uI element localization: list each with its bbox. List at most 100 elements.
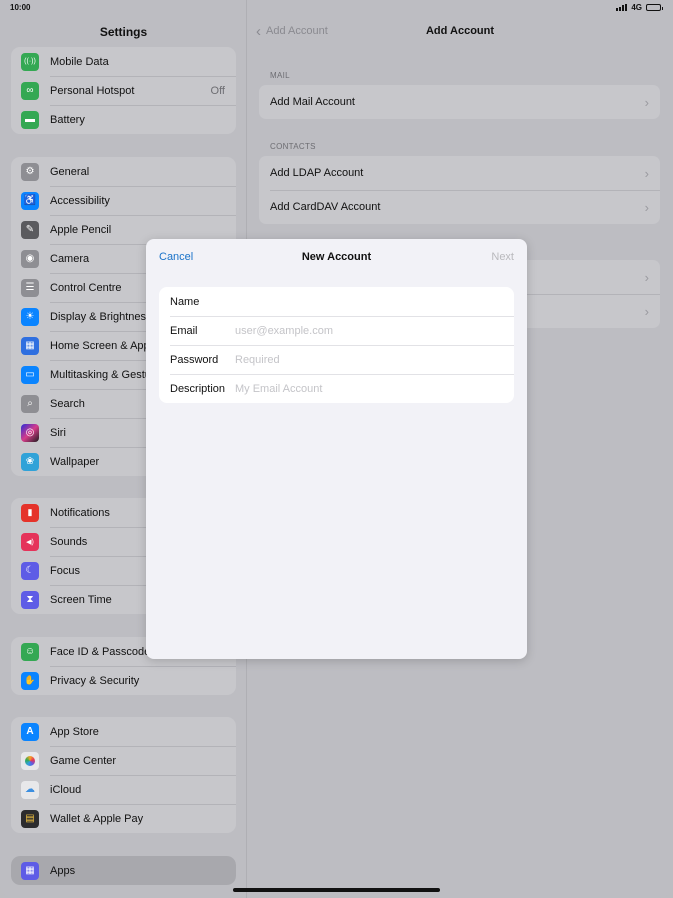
- pencil-icon: ✎: [21, 220, 39, 239]
- row-label: Add CardDAV Account: [270, 201, 381, 213]
- name-field[interactable]: [235, 295, 505, 308]
- cloud-icon: ☁: [21, 780, 39, 799]
- sidebar-item-label: Accessibility: [50, 194, 110, 207]
- sidebar-title: Settings: [99, 25, 148, 39]
- password-field[interactable]: [235, 353, 505, 366]
- apps-grid-icon: ▦: [21, 861, 39, 880]
- sidebar-item-label: Siri: [50, 426, 66, 439]
- home-screen-icon: ▦: [21, 336, 39, 355]
- sidebar-item-label: Control Centre: [50, 281, 122, 294]
- sidebar-item-apps[interactable]: ▦ Apps: [11, 856, 236, 885]
- section-header-contacts: CONTACTS: [270, 142, 316, 151]
- email-field[interactable]: [235, 324, 505, 337]
- sidebar-item-accessibility[interactable]: ♿ Accessibility: [11, 186, 236, 215]
- hand-icon: ✋: [21, 671, 39, 690]
- sidebar-item-label: Display & Brightness: [50, 310, 152, 323]
- sidebar-item-label: Privacy & Security: [50, 674, 140, 687]
- new-account-sheet: New Account Cancel Next Name Email Passw…: [146, 239, 527, 659]
- hotspot-status-value: Off: [210, 84, 225, 97]
- row-label: Add LDAP Account: [270, 167, 364, 179]
- name-row: Name: [159, 287, 514, 316]
- sidebar-item-icloud[interactable]: ☁ iCloud: [11, 775, 236, 804]
- name-label: Name: [170, 295, 200, 308]
- bell-icon: ▮: [21, 503, 39, 522]
- sidebar-item-app-store[interactable]: A App Store: [11, 717, 236, 746]
- sidebar-item-label: App Store: [50, 725, 99, 738]
- moon-icon: ☾: [21, 561, 39, 580]
- multitasking-icon: ▭: [21, 365, 39, 384]
- next-button[interactable]: Next: [491, 251, 514, 263]
- sidebar-group-connectivity: ((·)) Mobile Data ∞ Personal Hotspot Off…: [11, 47, 236, 134]
- description-row: Description: [159, 374, 514, 403]
- signal-icon: [616, 4, 628, 11]
- status-time: 10:00: [10, 3, 31, 12]
- wallet-icon: ▤: [21, 809, 39, 828]
- status-bar: 10:00 4G: [0, 0, 673, 16]
- sidebar-item-label: Wallet & Apple Pay: [50, 812, 144, 825]
- sidebar-item-label: Apple Pencil: [50, 223, 112, 236]
- cancel-button[interactable]: Cancel: [159, 251, 193, 263]
- sidebar-item-label: Personal Hotspot: [50, 84, 135, 97]
- camera-icon: ◉: [21, 249, 39, 268]
- add-carddav-account-row[interactable]: Add CardDAV Account ›: [259, 190, 660, 224]
- network-label: 4G: [631, 3, 642, 12]
- sidebar-item-label: Apps: [50, 864, 76, 877]
- sidebar-item-label: Focus: [50, 564, 80, 577]
- siri-icon: ◎: [21, 423, 39, 442]
- add-mail-account-row[interactable]: Add Mail Account ›: [259, 85, 660, 119]
- sidebar-item-battery[interactable]: ▬ Battery: [11, 105, 236, 134]
- search-icon: ⌕: [21, 394, 39, 413]
- section-header-mail: MAIL: [270, 71, 290, 80]
- app-store-icon: A: [21, 722, 39, 741]
- sidebar-item-mobile-data[interactable]: ((·)) Mobile Data: [11, 47, 236, 76]
- speaker-icon: ◀): [21, 532, 39, 551]
- sidebar-item-label: Battery: [50, 113, 85, 126]
- sidebar-item-label: Notifications: [50, 506, 110, 519]
- sidebar-item-label: Game Center: [50, 754, 117, 767]
- face-id-icon: ☺: [21, 642, 39, 661]
- email-row: Email: [159, 316, 514, 345]
- home-indicator[interactable]: [233, 888, 440, 892]
- password-row: Password: [159, 345, 514, 374]
- hourglass-icon: ⧗: [21, 590, 39, 609]
- back-button[interactable]: ‹ Add Account: [256, 22, 328, 40]
- chevron-right-icon: ›: [644, 303, 649, 319]
- gear-icon: ⚙: [21, 162, 39, 181]
- sidebar-item-privacy[interactable]: ✋ Privacy & Security: [11, 666, 236, 695]
- sun-icon: ☀: [21, 307, 39, 326]
- status-right: 4G: [616, 3, 663, 12]
- accessibility-icon: ♿: [21, 191, 39, 210]
- sidebar-item-wallet[interactable]: ▤ Wallet & Apple Pay: [11, 804, 236, 833]
- sidebar-item-personal-hotspot[interactable]: ∞ Personal Hotspot Off: [11, 76, 236, 105]
- email-label: Email: [170, 324, 198, 337]
- sidebar-item-game-center[interactable]: Game Center: [11, 746, 236, 775]
- chevron-right-icon: ›: [644, 269, 649, 285]
- sidebar-item-label: Wallpaper: [50, 455, 100, 468]
- back-button-label: Add Account: [266, 25, 328, 37]
- battery-icon: ▬: [21, 110, 39, 129]
- link-icon: ∞: [21, 81, 39, 100]
- account-form: Name Email Password Description: [159, 287, 514, 403]
- toggles-icon: ☰: [21, 278, 39, 297]
- sidebar-item-general[interactable]: ⚙ General: [11, 157, 236, 186]
- contacts-group: Add LDAP Account › Add CardDAV Account ›: [259, 156, 660, 224]
- sidebar-group-services: A App Store Game Center ☁ iCloud ▤ Walle…: [11, 717, 236, 833]
- chevron-right-icon: ›: [644, 165, 649, 181]
- flower-icon: ❀: [21, 452, 39, 471]
- antenna-icon: ((·)): [21, 52, 39, 71]
- ipad-screen: 10:00 4G Settings ((·)) Mobile Data ∞ Pe…: [0, 0, 673, 898]
- sheet-title: New Account: [301, 251, 372, 263]
- sidebar-item-label: Mobile Data: [50, 55, 109, 68]
- sidebar-item-label: Search: [50, 397, 85, 410]
- sidebar-group-apps: ▦ Apps: [11, 856, 236, 885]
- chevron-left-icon: ‹: [256, 22, 261, 40]
- sidebar-item-label: Sounds: [50, 535, 88, 548]
- sidebar-item-label: Face ID & Passcode: [50, 645, 151, 658]
- description-field[interactable]: [235, 382, 505, 395]
- sidebar-item-label: General: [50, 165, 90, 178]
- sidebar-item-label: Screen Time: [50, 593, 112, 606]
- mail-group: Add Mail Account ›: [259, 85, 660, 119]
- chevron-right-icon: ›: [644, 199, 649, 215]
- add-ldap-account-row[interactable]: Add LDAP Account ›: [259, 156, 660, 190]
- row-label: Add Mail Account: [270, 96, 355, 108]
